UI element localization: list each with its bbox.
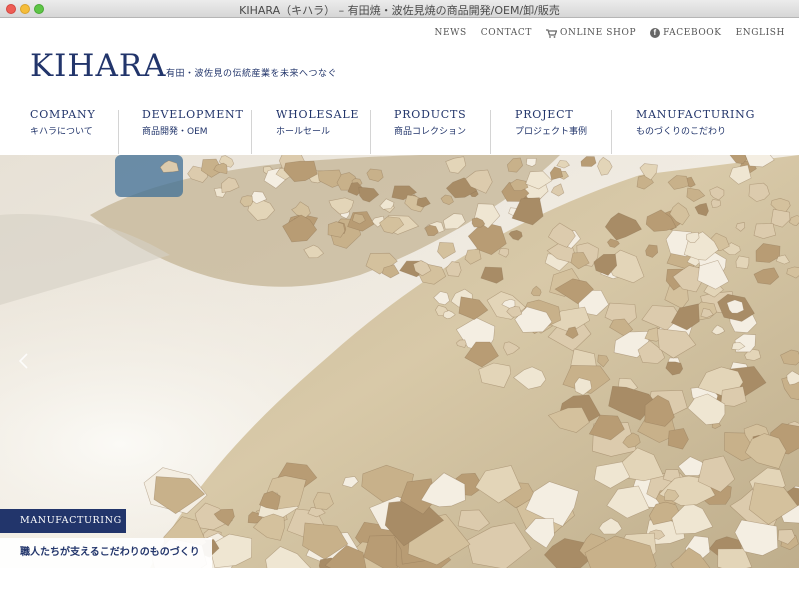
nav-project-jp: プロジェクト事例 (515, 127, 588, 137)
topnav-english[interactable]: ENGLISH (736, 28, 785, 38)
stone-shape (753, 223, 777, 239)
stone-shape (327, 221, 346, 238)
hero-caption-text: 職人たちが支えるこだわりのものづくり (0, 538, 212, 568)
nav-divider (370, 110, 371, 154)
nav-manufacturing-en: MANUFACTURING (636, 108, 756, 121)
top-nav: NEWS CONTACT ONLINE SHOP f FACEBOOK ENGL… (434, 28, 785, 38)
nav-products-en: PRODUCTS (394, 108, 467, 121)
nav-item-products[interactable]: PRODUCTS 商品コレクション (394, 108, 466, 155)
facebook-icon: f (650, 28, 661, 38)
nav-company-en: COMPANY (30, 108, 96, 121)
nav-project-en: PROJECT (515, 108, 574, 121)
window-titlebar: KIHARA（キハラ） – 有田焼・波佐見焼の商品開発/OEM/卸/販売 (0, 0, 799, 18)
topnav-facebook[interactable]: f FACEBOOK (650, 28, 721, 38)
cart-icon (545, 28, 557, 38)
window-title: KIHARA（キハラ） – 有田焼・波佐見焼の商品開発/OEM/卸/販売 (239, 4, 560, 17)
nav-item-development[interactable]: DEVELOPMENT 商品開発・OEM (142, 108, 244, 155)
nav-item-manufacturing[interactable]: MANUFACTURING ものづくりのこだわり (636, 108, 755, 155)
site-tagline: 有田・波佐見の伝統産業を未来へつなぐ (166, 69, 338, 79)
hero-image (0, 155, 799, 568)
page-bottom (0, 568, 799, 603)
site-logo[interactable]: KIHARA (30, 48, 167, 84)
topnav-news[interactable]: NEWS (434, 28, 466, 38)
nav-wholesale-en: WHOLESALE (276, 108, 360, 121)
topnav-online-shop[interactable]: ONLINE SHOP (545, 28, 637, 38)
nav-wholesale-jp: ホールセール (276, 127, 331, 137)
nav-item-company[interactable]: COMPANY キハラについて (30, 108, 96, 155)
nav-products-jp: 商品コレクション (394, 127, 467, 137)
nav-item-wholesale[interactable]: WHOLESALE ホールセール (276, 108, 359, 155)
hero-slider[interactable]: MANUFACTURING 職人たちが支えるこだわりのものづくり (0, 155, 799, 568)
hero-caption-tag[interactable]: MANUFACTURING (0, 509, 126, 533)
facebook-label: FACEBOOK (663, 28, 722, 38)
topnav-contact[interactable]: CONTACT (481, 28, 532, 38)
chevron-left-icon[interactable] (14, 351, 34, 371)
nav-manufacturing-jp: ものづくりのこだわり (636, 127, 727, 137)
site-header: KIHARA 有田・波佐見の伝統産業を未来へつなぐ NEWS CONTACT O… (0, 18, 799, 155)
nav-development-jp: 商品開発・OEM (142, 127, 208, 137)
nav-divider (490, 110, 491, 154)
stone-shape (735, 255, 750, 269)
nav-company-jp: キハラについて (30, 127, 93, 137)
online-shop-label: ONLINE SHOP (559, 28, 637, 38)
nav-development-en: DEVELOPMENT (142, 108, 244, 121)
main-nav: COMPANY キハラについて DEVELOPMENT 商品開発・OEM WHO… (0, 108, 799, 155)
nav-divider (118, 110, 119, 154)
nav-item-project[interactable]: PROJECT プロジェクト事例 (515, 108, 587, 155)
nav-divider (611, 110, 612, 154)
nav-divider (251, 110, 252, 154)
